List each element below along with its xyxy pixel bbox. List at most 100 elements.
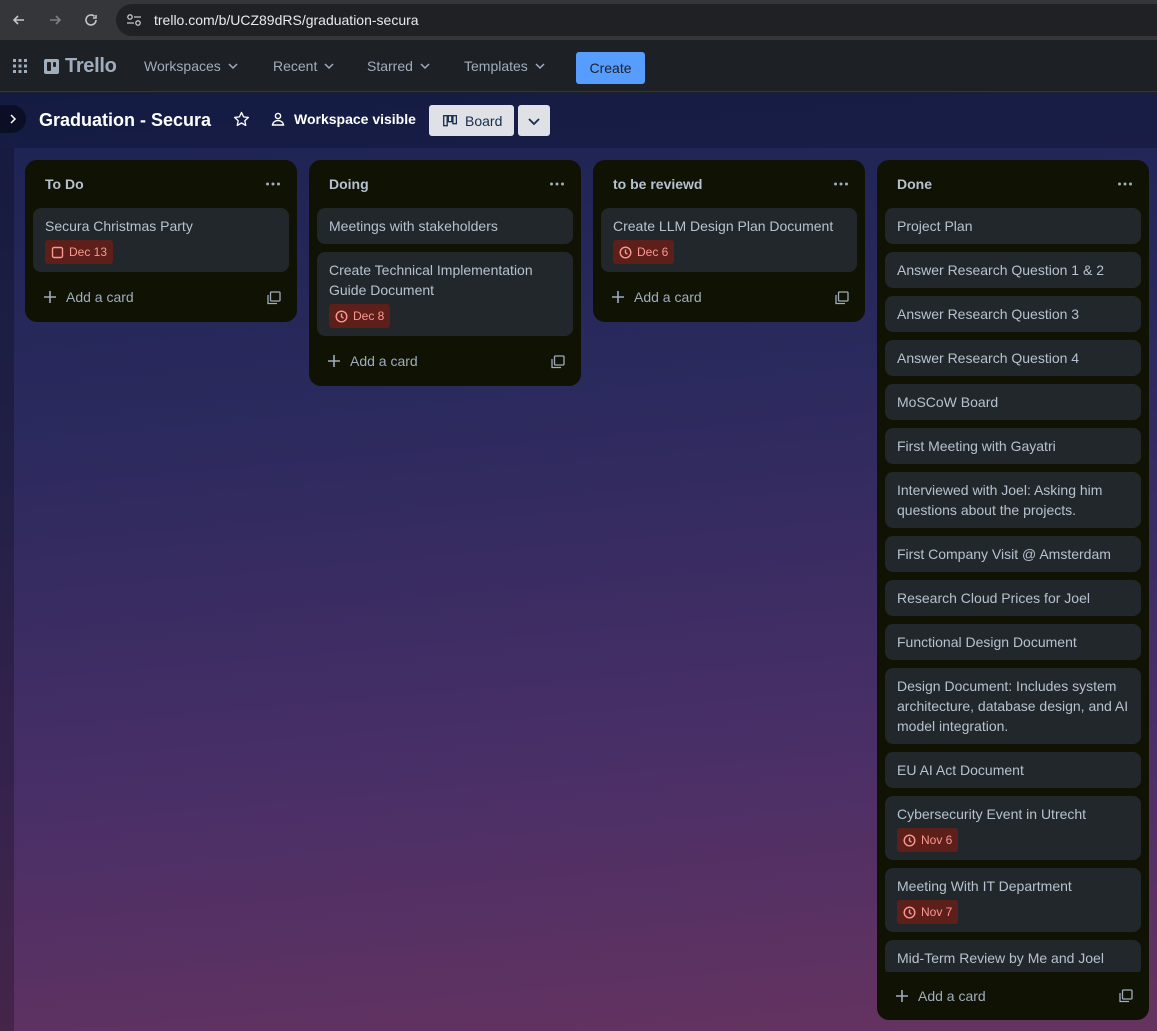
add-card-label: Add a card — [918, 988, 986, 1004]
card-title: MoSCoW Board — [897, 394, 999, 410]
trello-logo-icon — [44, 59, 59, 74]
back-button[interactable] — [7, 8, 31, 32]
list-title[interactable]: to be reviewd — [613, 176, 702, 192]
url-text[interactable]: trello.com/b/UCZ89dRS/graduation-secura — [154, 12, 419, 28]
card[interactable]: Interviewed with Joel: Asking him questi… — [885, 472, 1141, 528]
list-to-do: To Do Secura Christmas Party Dec 13 Add … — [25, 160, 297, 322]
address-bar[interactable]: trello.com/b/UCZ89dRS/graduation-secura — [116, 4, 1157, 36]
add-card-button[interactable]: Add a card — [885, 980, 1141, 1012]
list-header[interactable]: To Do — [25, 160, 297, 208]
forward-arrow-icon — [50, 15, 62, 25]
menu-templates[interactable]: Templates — [464, 58, 546, 74]
list-title[interactable]: To Do — [45, 176, 84, 192]
card[interactable]: Project Plan — [885, 208, 1141, 244]
due-date: Dec 8 — [353, 309, 385, 323]
add-card-label: Add a card — [634, 289, 702, 305]
trello-logo[interactable]: Trello — [44, 55, 117, 78]
app-switcher-icon[interactable] — [12, 58, 28, 74]
card[interactable]: Answer Research Question 1 & 2 — [885, 252, 1141, 288]
board-view-button[interactable]: Board — [429, 105, 514, 136]
checkbox-icon — [51, 246, 64, 258]
card-title: Mid-Term Review by Me and Joel — [897, 950, 1104, 966]
due-date-badge[interactable]: Dec 13 — [45, 240, 114, 264]
card[interactable]: Meetings with stakeholders — [317, 208, 573, 244]
menu-label: Workspaces — [144, 58, 221, 74]
chevron-down-icon — [535, 63, 545, 70]
plus-icon — [896, 990, 908, 1002]
card[interactable]: EU AI Act Document — [885, 752, 1141, 788]
people-icon — [271, 112, 285, 126]
board-view-icon — [443, 114, 457, 126]
card[interactable]: Create Technical Implementation Guide Do… — [317, 252, 573, 336]
due-date-badge[interactable]: Nov 7 — [897, 900, 959, 924]
card[interactable]: MoSCoW Board — [885, 384, 1141, 420]
add-card-button[interactable]: Add a card — [601, 281, 857, 313]
logo-text: Trello — [65, 55, 117, 77]
create-button[interactable]: Create — [576, 52, 645, 84]
due-date-badge[interactable]: Nov 6 — [897, 828, 959, 852]
site-settings-icon[interactable] — [126, 13, 142, 27]
card-title: First Company Visit @ Amsterdam — [897, 546, 1111, 562]
due-date-badge[interactable]: Dec 8 — [329, 304, 391, 328]
due-date: Nov 7 — [921, 905, 953, 919]
create-from-template-icon[interactable] — [835, 291, 849, 305]
chevron-down-icon — [228, 63, 238, 70]
create-from-template-icon[interactable] — [1119, 989, 1133, 1003]
add-card-button[interactable]: Add a card — [33, 281, 289, 313]
sidebar-toggle-button[interactable] — [0, 105, 26, 133]
clock-icon — [903, 833, 916, 847]
list-to-be-reviewed: to be reviewd Create LLM Design Plan Doc… — [593, 160, 865, 322]
menu-recent[interactable]: Recent — [273, 58, 335, 74]
card[interactable]: Answer Research Question 3 — [885, 296, 1141, 332]
chevron-down-icon — [324, 63, 334, 70]
forward-button[interactable] — [43, 8, 67, 32]
view-switcher-dropdown[interactable] — [518, 105, 550, 136]
card[interactable]: Functional Design Document — [885, 624, 1141, 660]
card[interactable]: Answer Research Question 4 — [885, 340, 1141, 376]
more-options-icon[interactable] — [265, 178, 281, 190]
due-date-badge[interactable]: Dec 6 — [613, 240, 675, 264]
card-title: Create LLM Design Plan Document — [613, 218, 834, 234]
list-header[interactable]: Doing — [309, 160, 581, 208]
card[interactable]: Research Cloud Prices for Joel — [885, 580, 1141, 616]
card[interactable]: Design Document: Includes system archite… — [885, 668, 1141, 744]
card-title: Design Document: Includes system archite… — [897, 678, 1129, 734]
reload-button[interactable] — [79, 8, 103, 32]
menu-workspaces[interactable]: Workspaces — [144, 58, 239, 74]
card-title: Answer Research Question 4 — [897, 350, 1080, 366]
menu-starred[interactable]: Starred — [367, 58, 431, 74]
card[interactable]: Cybersecurity Event in Utrecht Nov 6 — [885, 796, 1141, 860]
card-scroll-area[interactable]: Project Plan Answer Research Question 1 … — [877, 160, 1149, 972]
list-header[interactable]: to be reviewd — [593, 160, 865, 208]
more-options-icon[interactable] — [833, 178, 849, 190]
card[interactable]: Secura Christmas Party Dec 13 — [33, 208, 289, 272]
due-date: Dec 6 — [637, 245, 669, 259]
card-title: Interviewed with Joel: Asking him questi… — [897, 482, 1103, 518]
browser-toolbar: trello.com/b/UCZ89dRS/graduation-secura — [0, 0, 1157, 40]
card[interactable]: Meeting With IT Department Nov 7 — [885, 868, 1141, 932]
add-card-label: Add a card — [66, 289, 134, 305]
menu-label: Starred — [367, 58, 413, 74]
menu-label: Templates — [464, 58, 528, 74]
card-title: EU AI Act Document — [897, 762, 1024, 778]
card[interactable]: First Meeting with Gayatri — [885, 428, 1141, 464]
card[interactable]: First Company Visit @ Amsterdam — [885, 536, 1141, 572]
list-title[interactable]: Doing — [329, 176, 369, 192]
card[interactable]: Create LLM Design Plan Document Dec 6 — [601, 208, 857, 272]
more-options-icon[interactable] — [549, 178, 565, 190]
star-icon[interactable] — [233, 111, 250, 128]
board-view-label: Board — [465, 112, 503, 129]
card[interactable]: Mid-Term Review by Me and Joel — [885, 940, 1141, 972]
create-from-template-icon[interactable] — [551, 355, 565, 369]
chevron-down-icon — [420, 63, 430, 70]
create-from-template-icon[interactable] — [267, 291, 281, 305]
workspace-visibility-button[interactable]: Workspace visible — [270, 111, 416, 127]
clock-icon — [903, 905, 916, 919]
card-title: Answer Research Question 3 — [897, 306, 1080, 322]
card-title: Project Plan — [897, 218, 973, 234]
board-title[interactable]: Graduation - Secura — [39, 110, 211, 131]
clock-icon — [619, 245, 632, 259]
card-title: Research Cloud Prices for Joel — [897, 590, 1090, 606]
card-title: Answer Research Question 1 & 2 — [897, 262, 1104, 278]
add-card-button[interactable]: Add a card — [317, 345, 573, 377]
